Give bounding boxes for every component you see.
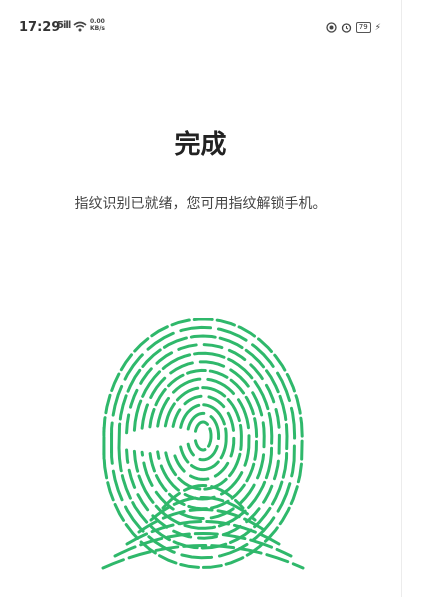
page-title: 完成 [174,130,227,160]
status-right-group: 79 ⚡ [326,18,381,37]
fingerprint-ridge [156,377,251,501]
completion-message: 指纹识别已就绪，您可用指纹解锁手机。 [74,196,327,212]
wifi-icon [73,17,87,36]
charging-icon: ⚡ [374,22,381,33]
fingerprint-ridge [186,411,221,462]
fingerprint-ridge [117,334,289,550]
signal-icon: 5ill [57,20,71,31]
fingerprint-ridge [140,360,266,520]
data-speed-icon: 0.00 KB/s [90,18,105,32]
fingerprint-ridge [132,351,274,530]
fingerprint-setup-screen: 17:29 5ill 0.00 KB/s 79 ⚡ 完成 指纹识别已就绪，您可用… [0,0,402,597]
status-time: 17:29 [19,20,61,35]
status-bar: 17:29 5ill 0.00 KB/s 79 ⚡ [0,0,401,40]
fingerprint-ridge [194,420,213,452]
fingerprint-icon [95,317,305,573]
battery-icon: 79 [355,22,371,33]
alarm-icon [341,18,352,37]
fingerprint-ridge [163,386,243,491]
eye-comfort-icon [326,18,337,37]
